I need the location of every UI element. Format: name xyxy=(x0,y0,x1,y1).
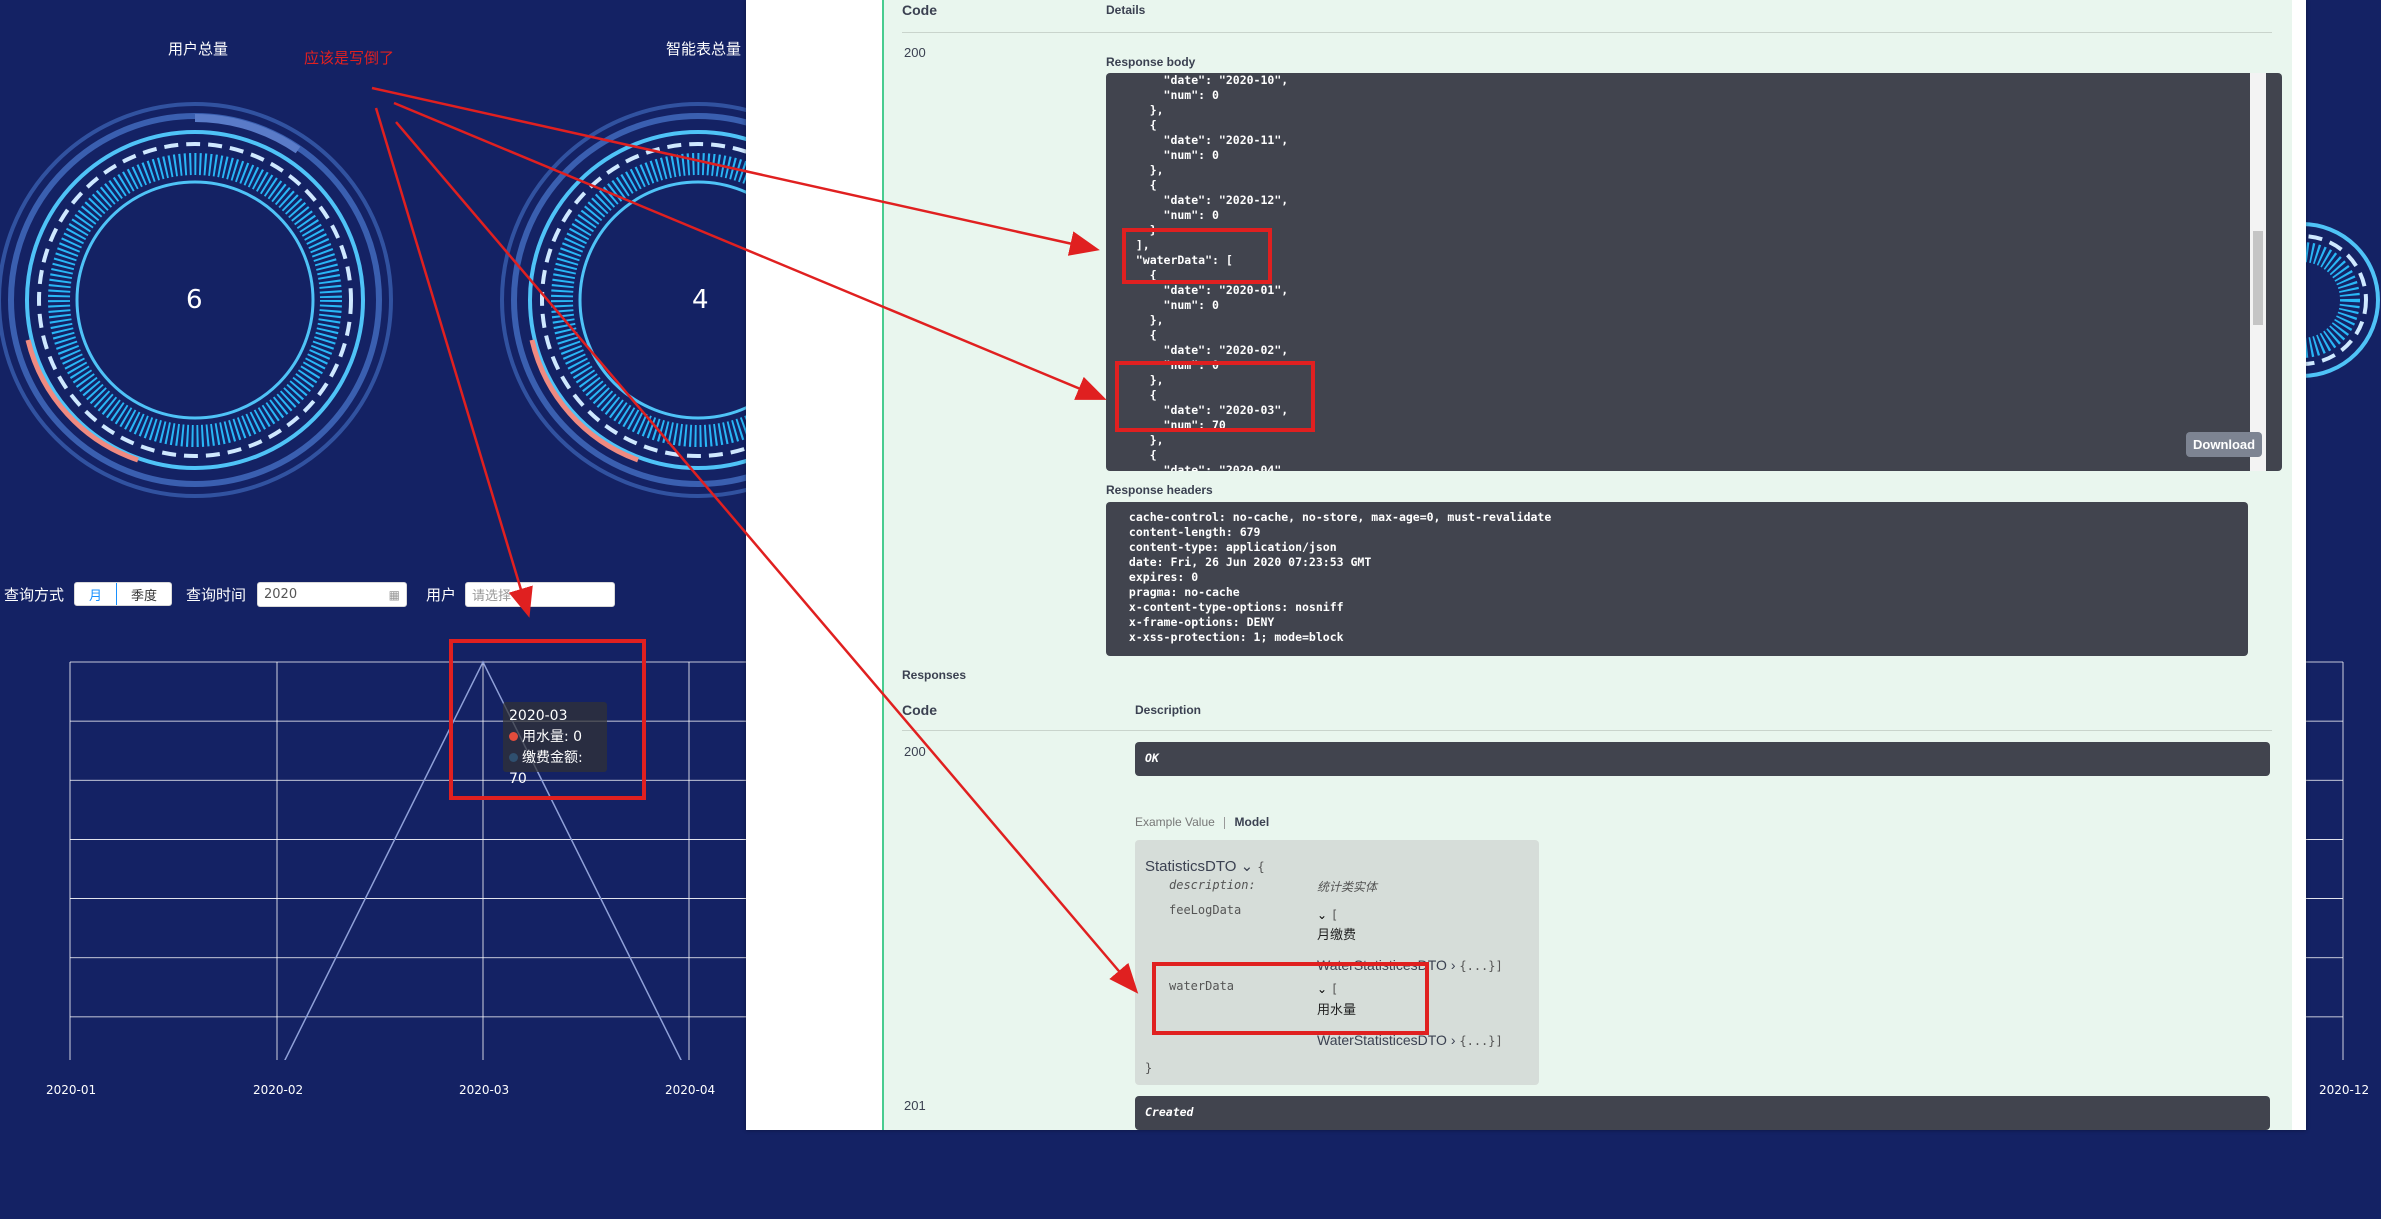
responses-label: Responses xyxy=(902,668,967,682)
fee-description: 月缴费 xyxy=(1317,928,1357,943)
user-select[interactable]: 请选择 xyxy=(465,582,615,607)
highlight-march-entry-box xyxy=(1115,361,1315,432)
right-gauge xyxy=(2302,222,2380,378)
swagger-panel: Code Details 200 Response body "date": "… xyxy=(746,0,2306,1130)
model-name: StatisticsDTO xyxy=(1145,858,1237,875)
x-tick-label: 2020-12 xyxy=(2319,1083,2370,1097)
x-tick-label: 2020-04 xyxy=(665,1083,716,1097)
response-code-200: 200 xyxy=(904,744,926,759)
ok-text: OK xyxy=(1145,751,1159,765)
highlight-tooltip-box xyxy=(449,639,646,800)
status-code-200: 200 xyxy=(904,45,926,60)
example-value-tab[interactable]: Example Value xyxy=(1135,815,1215,829)
created-text: Created xyxy=(1145,1105,1194,1119)
responses-code-header: Code xyxy=(902,702,937,718)
header-divider xyxy=(902,32,2272,33)
total-users-title: 用户总量 xyxy=(168,40,229,58)
fee-collapsed: {...}] xyxy=(1459,959,1503,973)
user-label: 用户 xyxy=(426,586,457,604)
highlight-waterdata-key-box xyxy=(1122,228,1272,284)
model-close-brace: } xyxy=(1145,1061,1153,1075)
response-headers-label: Response headers xyxy=(1106,483,1213,497)
annotation-text: 应该是写倒了 xyxy=(304,49,395,67)
scrollbar-thumb[interactable] xyxy=(2253,231,2263,325)
x-tick-label: 2020-02 xyxy=(253,1083,304,1097)
water-collapsed: {...}] xyxy=(1459,1034,1503,1048)
year-picker[interactable]: 2020 ▦ xyxy=(257,582,407,607)
fee-log-expander[interactable]: ⌄ [ xyxy=(1317,908,1338,922)
query-mode-label: 查询方式 xyxy=(4,586,65,604)
code-header: Code xyxy=(902,2,937,18)
fee-log-key: feeLogData xyxy=(1169,903,1242,917)
response-body-scrollbar[interactable] xyxy=(2250,73,2266,471)
swagger-operation-block: Code Details 200 Response body "date": "… xyxy=(882,0,2292,1130)
responses-divider xyxy=(902,730,2272,731)
user-select-placeholder: 请选择 xyxy=(472,589,512,604)
model-title-row[interactable]: StatisticsDTO ⌄ { xyxy=(1145,857,1265,875)
ok-description: OK xyxy=(1135,742,2270,776)
smart-meter-title: 智能表总量 xyxy=(666,40,742,58)
created-description: Created xyxy=(1135,1096,2270,1130)
query-mode-toggle: 月 季度 xyxy=(74,582,173,606)
responses-description-header: Description xyxy=(1135,703,1202,717)
response-body-label: Response body xyxy=(1106,55,1196,69)
description-key: description: xyxy=(1169,878,1256,892)
model-tab[interactable]: Model xyxy=(1235,815,1270,829)
description-value: 统计类实体 xyxy=(1317,880,1378,894)
calendar-icon: ▦ xyxy=(388,587,400,602)
tab-separator xyxy=(1224,816,1226,829)
fee-bracket: [ xyxy=(1330,908,1339,922)
response-code-201: 201 xyxy=(904,1098,926,1113)
download-button[interactable]: Download xyxy=(2186,432,2263,457)
response-headers-text: cache-control: no-cache, no-store, max-a… xyxy=(1128,510,1552,644)
year-picker-value: 2020 xyxy=(264,587,298,602)
query-time-label: 查询时间 xyxy=(186,586,247,604)
total-users-value: 6 xyxy=(186,285,203,315)
x-tick-label: 2020-01 xyxy=(46,1083,97,1097)
example-tabs: Example Value Model xyxy=(1135,815,1269,829)
x-tick-label: 2020-03 xyxy=(459,1083,510,1097)
smart-meter-value: 4 xyxy=(692,285,709,315)
highlight-model-waterdata-box xyxy=(1152,962,1429,1035)
details-header: Details xyxy=(1106,3,1146,17)
response-headers-code: cache-control: no-cache, no-store, max-a… xyxy=(1106,502,2248,656)
mode-quarter-button[interactable]: 季度 xyxy=(117,583,171,605)
model-open-brace: { xyxy=(1257,860,1265,874)
mode-month-button[interactable]: 月 xyxy=(75,583,118,605)
chevron-down-icon: ⌄ xyxy=(1240,858,1254,875)
chevron-down-icon: ⌄ xyxy=(1317,908,1328,922)
